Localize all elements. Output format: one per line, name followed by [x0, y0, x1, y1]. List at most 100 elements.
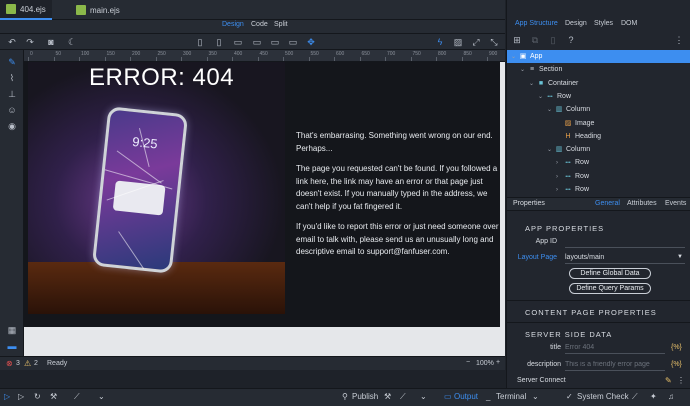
tree-item-row[interactable]: › ••• Row — [507, 183, 690, 196]
title-field[interactable]: Error 404 — [565, 344, 665, 354]
clean-icon[interactable]: ⟋ — [400, 392, 406, 402]
lightning-icon[interactable]: ϟ — [434, 36, 446, 48]
define-query-params-button[interactable]: Define Query Params — [569, 283, 651, 294]
redo-icon[interactable]: ↷ — [24, 36, 36, 48]
tree-item-row[interactable]: › ••• Row — [507, 170, 690, 183]
play-icon[interactable]: ▷ — [4, 392, 10, 401]
layout-page-select[interactable]: layouts/main ▼ — [565, 254, 685, 264]
define-global-data-button[interactable]: Define Global Data — [569, 268, 651, 279]
error-message[interactable]: That's embarrasing. Something went wrong… — [296, 130, 501, 267]
tab-general[interactable]: General — [595, 200, 620, 207]
chevron-right-icon[interactable]: › — [556, 157, 564, 170]
add-icon[interactable]: ⊞ — [511, 34, 523, 46]
tree-item-image[interactable]: ▨ Image — [507, 117, 690, 130]
dropdown-icon[interactable]: ⌄ — [420, 392, 427, 401]
terminal-tab[interactable]: Terminal — [496, 392, 526, 401]
chevron-right-icon[interactable]: › — [556, 171, 564, 184]
tree-item-section[interactable]: ⌄ ≡ Section — [507, 63, 690, 76]
help-icon[interactable]: ? — [565, 34, 577, 46]
tree-item-app[interactable]: ⌄ ▣ App — [507, 50, 690, 63]
tablet-landscape-icon[interactable]: ▭ — [232, 36, 244, 48]
thermometer-icon[interactable]: ⊥ — [6, 88, 18, 100]
image-icon[interactable]: ▨ — [452, 36, 464, 48]
desktop-icon[interactable]: ▭ — [287, 36, 299, 48]
more-icon[interactable]: ⋮ — [673, 34, 685, 46]
chevron-right-icon[interactable]: › — [556, 184, 564, 197]
monitor-icon[interactable]: ▭ — [269, 36, 281, 48]
hero-image[interactable]: 9:25 — [28, 62, 285, 314]
tab-design[interactable]: Design — [565, 20, 587, 27]
tab-dom[interactable]: DOM — [621, 20, 637, 27]
app-structure-tree: ⌄ ▣ App ⌄ ≡ Section ⌄ ■ Container ⌄ ••• Row ⌄ ▥ Column… — [507, 50, 690, 196]
error-count[interactable]: 3 — [16, 360, 20, 367]
output-tab[interactable]: Output — [454, 392, 478, 401]
tree-item-heading[interactable]: H Heading — [507, 130, 690, 143]
delete-icon[interactable]: ▯ — [547, 34, 559, 46]
brush-icon[interactable]: ⟋ — [632, 392, 638, 402]
tree-item-column[interactable]: ⌄ ▥ Column — [507, 143, 690, 156]
design-mode-button[interactable]: Design — [222, 21, 244, 28]
chevron-down-icon[interactable]: ⌄ — [547, 104, 555, 117]
split-mode-button[interactable]: Split — [274, 21, 288, 28]
zoom-level[interactable]: 100% — [476, 360, 494, 367]
notification-icon[interactable]: ✦ — [650, 392, 657, 401]
tree-item-row[interactable]: › ••• Row — [507, 156, 690, 169]
zoom-out-icon[interactable]: − — [466, 359, 470, 366]
tree-item-container[interactable]: ⌄ ■ Container — [507, 77, 690, 90]
server-connect-label: Server Connect — [517, 377, 566, 384]
tab-events[interactable]: Events — [665, 200, 686, 207]
file-tab-main[interactable]: main.ejs — [70, 0, 126, 20]
chevron-down-icon[interactable]: ⌄ — [511, 51, 519, 64]
brush-icon[interactable]: ⟋ — [74, 392, 80, 402]
dropdown-icon[interactable]: ⌄ — [532, 392, 539, 401]
brush-icon[interactable]: ⌇ — [6, 72, 18, 84]
publish-button[interactable]: Publish — [352, 392, 378, 401]
accessibility-icon[interactable]: ☺ — [6, 104, 18, 116]
tab-styles[interactable]: Styles — [594, 20, 613, 27]
chevron-down-icon[interactable]: ⌄ — [547, 144, 555, 157]
chevron-down-icon[interactable]: ⌄ — [529, 78, 537, 91]
code-mode-button[interactable]: Code — [251, 21, 268, 28]
camera-icon[interactable]: ◙ — [45, 36, 57, 48]
chevron-down-icon[interactable]: ⌄ — [538, 91, 546, 104]
dynamic-data-icon[interactable]: {%} — [671, 344, 682, 351]
expand-icon[interactable]: ⤡ — [488, 36, 500, 48]
bell-icon[interactable]: ♫ — [668, 392, 674, 401]
tools-icon[interactable]: ⚒ — [50, 392, 57, 401]
file-tab-404[interactable]: 404.ejs — [0, 0, 52, 20]
eye-icon[interactable]: ◉ — [6, 120, 18, 132]
undo-icon[interactable]: ↶ — [6, 36, 18, 48]
fullscreen-icon[interactable]: ⤢ — [470, 36, 482, 48]
edit-pencil-icon[interactable]: ✎ — [6, 56, 18, 68]
move-arrows-icon[interactable]: ✥ — [305, 36, 317, 48]
description-field[interactable]: This is a friendly error page — [565, 361, 665, 371]
dynamic-data-icon[interactable]: {%} — [671, 361, 682, 368]
tablet-portrait-icon[interactable]: ▯ — [213, 36, 225, 48]
dark-mode-moon-icon[interactable]: ☾ — [66, 36, 78, 48]
tree-item-column[interactable]: ⌄ ▥ Column — [507, 103, 690, 116]
zoom-in-icon[interactable]: + — [496, 359, 500, 366]
app-id-field[interactable] — [565, 238, 685, 248]
chevron-down-icon[interactable]: ⌄ — [520, 64, 528, 77]
refresh-icon[interactable]: ↻ — [34, 392, 41, 401]
copy-icon[interactable]: ⧉ — [529, 34, 541, 46]
warning-count[interactable]: 2 — [34, 360, 38, 367]
edit-pencil-icon[interactable]: ✎ — [665, 376, 672, 385]
message-paragraph: If you'd like to report this error or ju… — [296, 222, 499, 256]
error-heading[interactable]: ERROR: 404 — [89, 64, 234, 92]
system-check-button[interactable]: System Check — [577, 392, 629, 401]
panel-toggle-icon[interactable]: ▬ — [6, 340, 18, 352]
dropdown-icon[interactable]: ⌄ — [98, 392, 105, 401]
laptop-icon[interactable]: ▭ — [251, 36, 263, 48]
design-canvas[interactable]: 9:25 ERROR: 404 That's embarrasing. Some… — [24, 62, 505, 356]
build-icon[interactable]: ⚒ — [384, 392, 391, 401]
broken-phone-image: 9:25 — [91, 106, 189, 274]
grid-icon[interactable]: ▦ — [6, 324, 18, 336]
tree-item-row[interactable]: ⌄ ••• Row — [507, 90, 690, 103]
run-icon[interactable]: ▷ — [18, 392, 24, 401]
mobile-portrait-icon[interactable]: ▯ — [194, 36, 206, 48]
tab-app-structure[interactable]: App Structure — [515, 20, 558, 27]
status-text: Ready — [47, 360, 68, 367]
more-icon[interactable]: ⋮ — [677, 376, 685, 385]
tab-attributes[interactable]: Attributes — [627, 200, 657, 207]
